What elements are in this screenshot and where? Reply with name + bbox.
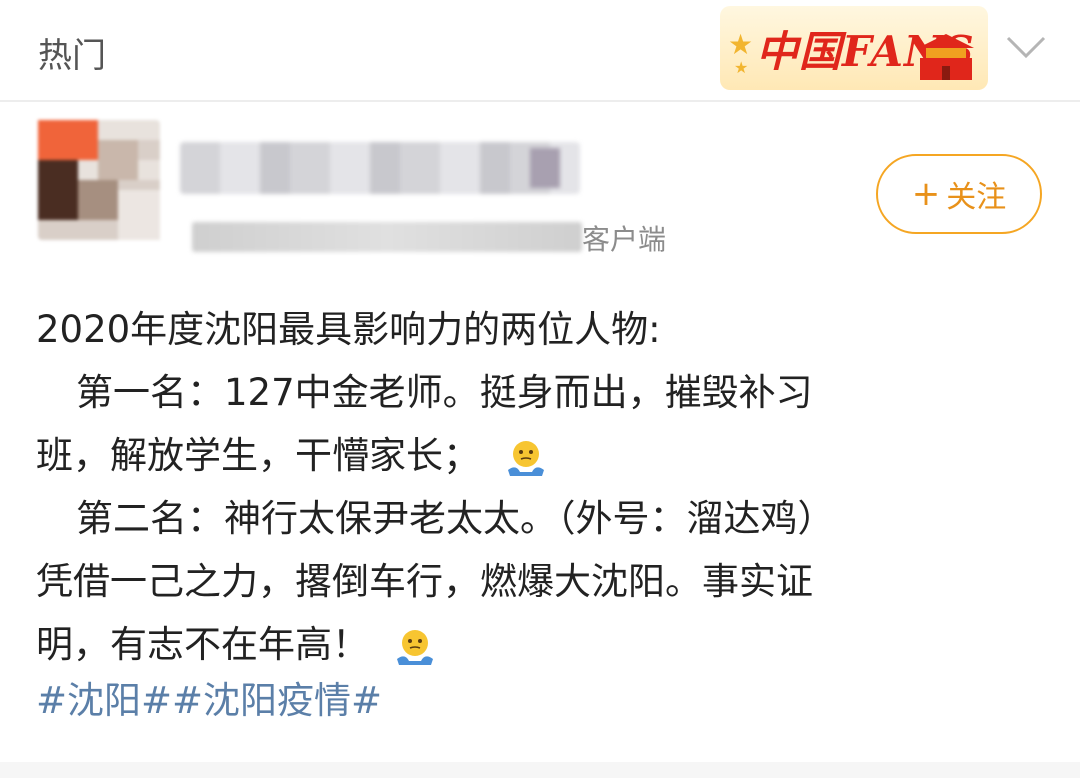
follow-button[interactable]: + 关注 (876, 154, 1042, 234)
post-line-text: 班，解放学生，干懵家长； (36, 434, 480, 477)
shrug-emoji-icon (396, 629, 433, 665)
tiananmen-gate-icon (918, 34, 974, 80)
post-line: 2020年度沈阳最具影响力的两位人物: (36, 308, 661, 351)
post-line: 第一名：127中金老师。挺身而出，摧毁补习 (76, 371, 813, 414)
shrug-emoji-icon (507, 440, 544, 476)
hashtag-list: #沈阳##沈阳疫情# (36, 670, 382, 724)
post-meta-blurred (192, 222, 582, 252)
follow-button-label: 关注 (946, 180, 1007, 215)
post-line-text: 明，有志不在年高！ (36, 623, 369, 666)
post-line: 班，解放学生，干懵家长； (36, 424, 1036, 487)
post-source: 客户端 (582, 223, 667, 256)
hot-tab-title[interactable]: 热门 (38, 28, 106, 77)
avatar[interactable] (38, 120, 160, 240)
china-fans-badge[interactable]: ★ ★ 中国FANS (720, 6, 988, 90)
post-line: 第二名：神行太保尹老太太。（外号：溜达鸡） (76, 497, 835, 540)
star-icon: ★ (734, 58, 749, 77)
post-text: 2020年度沈阳最具影响力的两位人物: 第一名：127中金老师。挺身而出，摧毁补… (36, 298, 1036, 676)
plus-icon: + (911, 174, 941, 214)
username-blurred[interactable] (180, 142, 580, 194)
hashtag-shenyang[interactable]: #沈阳# (36, 679, 172, 722)
post-line: 凭借一己之力，撂倒车行，燃爆大沈阳。事实证 (36, 560, 813, 603)
top-header: 热门 ★ ★ 中国FANS (0, 0, 1080, 102)
post-line: 明，有志不在年高！ (36, 613, 1036, 676)
post-card: 客户端 + 关注 2020年度沈阳最具影响力的两位人物: 第一名：127中金老师… (0, 102, 1080, 762)
hashtag-shenyang-epidemic[interactable]: #沈阳疫情# (172, 679, 382, 722)
chevron-down-icon[interactable] (1004, 30, 1048, 66)
star-icon: ★ (728, 28, 754, 61)
